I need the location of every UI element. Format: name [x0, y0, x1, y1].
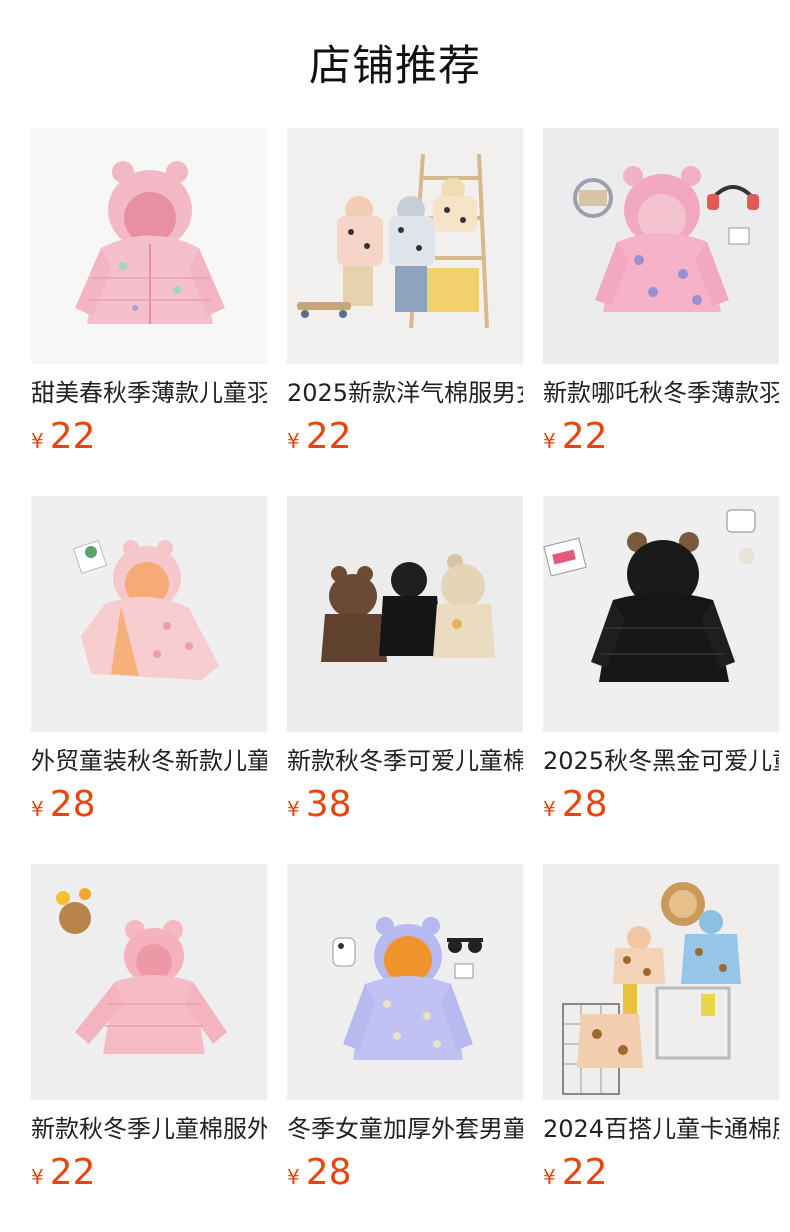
- product-price: ¥22: [31, 1152, 96, 1194]
- product-title[interactable]: 2024百搭儿童卡通棉服外套: [543, 1112, 779, 1146]
- product-card[interactable]: 新款秋冬季儿童棉服外套 ¥22: [31, 864, 267, 1204]
- product-price: ¥28: [31, 784, 96, 826]
- product-card[interactable]: 新款哪吒秋冬季薄款羽绒服 ¥22: [543, 128, 779, 468]
- price-value: 38: [305, 784, 352, 825]
- product-image[interactable]: [543, 496, 779, 732]
- product-image[interactable]: [287, 496, 523, 732]
- product-title[interactable]: 新款秋冬季儿童棉服外套: [31, 1112, 267, 1146]
- currency-symbol: ¥: [543, 429, 556, 453]
- currency-symbol: ¥: [543, 1165, 556, 1189]
- product-image[interactable]: [31, 864, 267, 1100]
- product-card[interactable]: 2025新款洋气棉服男女童 ¥22: [287, 128, 523, 468]
- currency-symbol: ¥: [31, 429, 44, 453]
- product-card[interactable]: 外贸童装秋冬新款儿童外套 ¥28: [31, 496, 267, 836]
- product-price: ¥22: [543, 1152, 608, 1194]
- product-title[interactable]: 新款秋冬季可爱儿童棉服: [287, 744, 523, 778]
- product-image[interactable]: [31, 496, 267, 732]
- price-value: 22: [49, 416, 96, 457]
- product-image[interactable]: [31, 128, 267, 364]
- product-card[interactable]: 2024百搭儿童卡通棉服外套 ¥22: [543, 864, 779, 1204]
- product-price: ¥22: [543, 416, 608, 458]
- product-title[interactable]: 外贸童装秋冬新款儿童外套: [31, 744, 267, 778]
- currency-symbol: ¥: [287, 797, 300, 821]
- product-image[interactable]: [287, 864, 523, 1100]
- price-value: 28: [561, 784, 608, 825]
- price-value: 28: [305, 1152, 352, 1193]
- product-image[interactable]: [287, 128, 523, 364]
- currency-symbol: ¥: [287, 1165, 300, 1189]
- product-title[interactable]: 2025秋冬黑金可爱儿童外套: [543, 744, 779, 778]
- product-title[interactable]: 新款哪吒秋冬季薄款羽绒服: [543, 376, 779, 410]
- product-price: ¥38: [287, 784, 352, 826]
- product-price: ¥28: [543, 784, 608, 826]
- page-title: 店铺推荐: [308, 41, 481, 90]
- price-value: 28: [49, 784, 96, 825]
- currency-symbol: ¥: [31, 797, 44, 821]
- product-title[interactable]: 甜美春秋季薄款儿童羽绒棉服: [31, 376, 267, 410]
- price-value: 22: [561, 1152, 608, 1193]
- currency-symbol: ¥: [543, 797, 556, 821]
- product-price: ¥28: [287, 1152, 352, 1194]
- currency-symbol: ¥: [31, 1165, 44, 1189]
- product-card[interactable]: 新款秋冬季可爱儿童棉服 ¥38: [287, 496, 523, 836]
- product-price: ¥22: [31, 416, 96, 458]
- product-price: ¥22: [287, 416, 352, 458]
- product-image[interactable]: [543, 128, 779, 364]
- product-title[interactable]: 2025新款洋气棉服男女童: [287, 376, 523, 410]
- price-value: 22: [305, 416, 352, 457]
- product-card[interactable]: 冬季女童加厚外套男童棉服 ¥28: [287, 864, 523, 1204]
- price-value: 22: [49, 1152, 96, 1193]
- price-value: 22: [561, 416, 608, 457]
- product-card[interactable]: 甜美春秋季薄款儿童羽绒棉服 ¥22: [31, 128, 267, 468]
- currency-symbol: ¥: [287, 429, 300, 453]
- product-image[interactable]: [543, 864, 779, 1100]
- product-title[interactable]: 冬季女童加厚外套男童棉服: [287, 1112, 523, 1146]
- product-card[interactable]: 2025秋冬黑金可爱儿童外套 ¥28: [543, 496, 779, 836]
